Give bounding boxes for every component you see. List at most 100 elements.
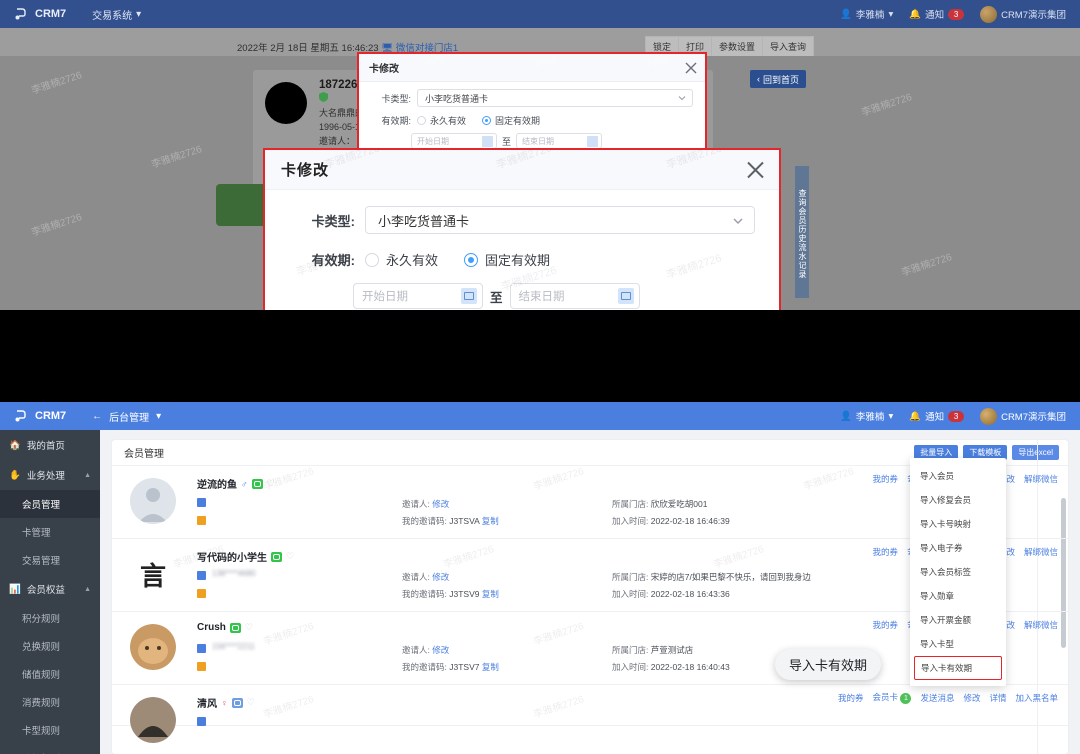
sidebar-item-home[interactable]: 🏠 我的首页 [0, 430, 100, 460]
action-detail[interactable]: 详情 [989, 692, 1006, 704]
dropdown-item-import-member-tag[interactable]: 导入会员标签 [910, 560, 1006, 584]
action-my-coupon[interactable]: 我的券 [873, 473, 899, 485]
dropdown-item-import-ecoupon[interactable]: 导入电子券 [910, 536, 1006, 560]
action-member-card[interactable]: 会员卡 1 [873, 691, 912, 704]
avatar: 言 [130, 551, 176, 597]
top-user[interactable]: 👤 李雅楠 ▾ [840, 7, 894, 22]
radio-fixed[interactable]: 固定有效期 [482, 114, 540, 127]
inviter-label: 邀请人: [402, 645, 430, 655]
bottom-user[interactable]: 👤 李雅楠 ▾ [840, 409, 893, 424]
copy-link[interactable]: 复制 [482, 589, 499, 599]
inviter-modify-link[interactable]: 修改 [432, 645, 449, 655]
dropdown-item-import-member[interactable]: 导入会员 [910, 464, 1006, 488]
my-code-label: 我的邀请码: [402, 516, 447, 526]
action-send-message[interactable]: 发送消息 [920, 692, 954, 704]
sidebar-item-card-type-rule[interactable]: 卡型规则 [0, 716, 100, 744]
dropdown-item-import-repair-member[interactable]: 导入修复会员 [910, 488, 1006, 512]
validity-row: 有效期: 永久有效 固定有效期 [265, 250, 779, 269]
radio-forever-label: 永久有效 [430, 116, 467, 126]
sidebar-item-transaction-mgmt[interactable]: 交易管理 [0, 546, 100, 574]
card-modify-dialog-back: 卡修改 李雅楠2726 李雅楠2726 李雅楠2726 卡类型: 小李吃货普通卡 [357, 52, 707, 157]
sidebar-item-benefits[interactable]: 📊 会员权益 ▲ [0, 574, 100, 604]
sidebar-item-consumption-rule[interactable]: 消费规则 [0, 688, 100, 716]
masked-phone: 156****2211 [212, 642, 256, 651]
top-menu-transaction[interactable]: 交易系统 ▾ [92, 7, 141, 22]
calendar-icon[interactable] [461, 288, 477, 304]
close-icon[interactable] [746, 160, 765, 179]
top-user-label: 李雅楠 [855, 10, 885, 21]
end-date-input[interactable]: 结束日期 [516, 133, 603, 149]
bottom-org[interactable]: CRM7演示集团 [980, 407, 1066, 425]
action-my-coupon[interactable]: 我的券 [873, 619, 899, 631]
top-notify[interactable]: 🔔 通知 3 [909, 7, 965, 21]
action-unbind-wechat[interactable]: 解绑微信 [1024, 473, 1058, 485]
card-type-select[interactable]: 小李吃货普通卡 [417, 89, 693, 107]
action-modify[interactable]: 修改 [963, 692, 980, 704]
back-to-admin[interactable]: ← 后台管理 ▾ [92, 409, 161, 424]
validity-row: 有效期: 永久有效 固定有效期 [359, 107, 705, 127]
end-date-input[interactable]: 结束日期 [509, 283, 640, 309]
import-query-button[interactable]: 导入查询 [762, 36, 815, 57]
action-my-coupon[interactable]: 我的券 [838, 692, 864, 704]
sidebar-item-member-mgmt[interactable]: 会员管理 [0, 490, 100, 518]
back-to-home-button[interactable]: ‹ 回到首页 [750, 70, 806, 88]
sidebar-item-points-rule[interactable]: 积分规则 [0, 604, 100, 632]
chevron-down-icon: ▾ [888, 8, 894, 20]
member-name: 写代码的小学生 ♡ [197, 549, 294, 564]
watermark: 李雅楠2726 [643, 52, 687, 71]
bottom-brand[interactable]: CRM7 [14, 409, 66, 423]
store-value: 宋婷的店7/如果巴黎不快乐，请回到我身边 [650, 572, 811, 582]
calendar-icon[interactable] [617, 288, 634, 304]
action-blacklist[interactable]: 加入黑名单 [1015, 692, 1058, 704]
action-unbind-wechat[interactable]: 解绑微信 [1024, 546, 1058, 558]
member-name-label: 写代码的小学生 [197, 553, 267, 564]
crown-icon [197, 662, 206, 671]
crm-logo-icon [14, 7, 29, 21]
dropdown-item-import-medal[interactable]: 导入勋章 [910, 584, 1006, 608]
heart-icon: ♡ [266, 478, 275, 488]
sidebar-item-stored-value-rule[interactable]: 储值规则 [0, 660, 100, 688]
radio-fixed[interactable]: 固定有效期 [464, 250, 550, 269]
dropdown-item-import-card-mapping[interactable]: 导入卡号映射 [910, 512, 1006, 536]
top-org[interactable]: CRM7演示集团 [980, 5, 1066, 23]
start-date-input[interactable]: 开始日期 [353, 283, 483, 309]
sidebar-item-exchange-rule[interactable]: 兑换规则 [0, 632, 100, 660]
card-type-select[interactable]: 小李吃货普通卡 [365, 206, 755, 234]
param-settings-button[interactable]: 参数设置 [711, 36, 764, 57]
radio-selected-icon [464, 252, 479, 267]
close-icon[interactable] [685, 62, 697, 74]
bottom-notify[interactable]: 🔔 通知 3 [909, 409, 965, 423]
phone-icon [197, 717, 206, 726]
card-type-value: 小李吃货普通卡 [425, 93, 489, 104]
copy-link[interactable]: 复制 [482, 662, 499, 672]
member-history-tab[interactable]: 查询会员历史流水记录 [795, 166, 809, 298]
action-my-coupon[interactable]: 我的券 [873, 546, 899, 558]
radio-forever[interactable]: 永久有效 [365, 250, 438, 269]
wechat-icon [271, 551, 282, 562]
card-count-badge: 1 [900, 693, 912, 704]
inviter-modify-link[interactable]: 修改 [432, 572, 449, 582]
start-date-input[interactable]: 开始日期 [411, 133, 497, 149]
chevron-down-icon [732, 215, 744, 227]
inviter-modify-link[interactable]: 修改 [432, 499, 449, 509]
watermark: 李雅楠2726 [418, 52, 462, 71]
chevron-down-icon [678, 94, 686, 102]
dropdown-item-import-invoice-amount[interactable]: 导入开票金额 [910, 608, 1006, 632]
copy-link[interactable]: 复制 [482, 516, 499, 526]
dropdown-item-import-card-type[interactable]: 导入卡型 [910, 632, 1006, 656]
store-label: 所属门店: [612, 499, 649, 509]
sidebar-item-card-mgmt[interactable]: 卡管理 [0, 518, 100, 546]
sidebar-item-label: 会员权益 [26, 585, 65, 596]
bell-icon: 🔔 [909, 8, 922, 20]
top-brand[interactable]: CRM7 [14, 7, 66, 21]
action-unbind-wechat[interactable]: 解绑微信 [1024, 619, 1058, 631]
export-excel-button[interactable]: 导出excel [1012, 445, 1059, 460]
dropdown-item-import-card-validity[interactable]: 导入卡有效期 [914, 656, 1002, 680]
sidebar-item-upgrade-rule[interactable]: 升级规则 [0, 744, 100, 754]
avatar [130, 478, 176, 524]
gender-female-icon: ♀ [221, 697, 228, 708]
radio-forever[interactable]: 永久有效 [417, 114, 466, 127]
watermark: 李雅楠2726 [900, 252, 954, 279]
sidebar-item-business[interactable]: ✋ 业务处理 ▲ [0, 460, 100, 490]
bottom-navbar-right: 👤 李雅楠 ▾ 🔔 通知 3 CRM7演示集团 [840, 407, 1066, 425]
